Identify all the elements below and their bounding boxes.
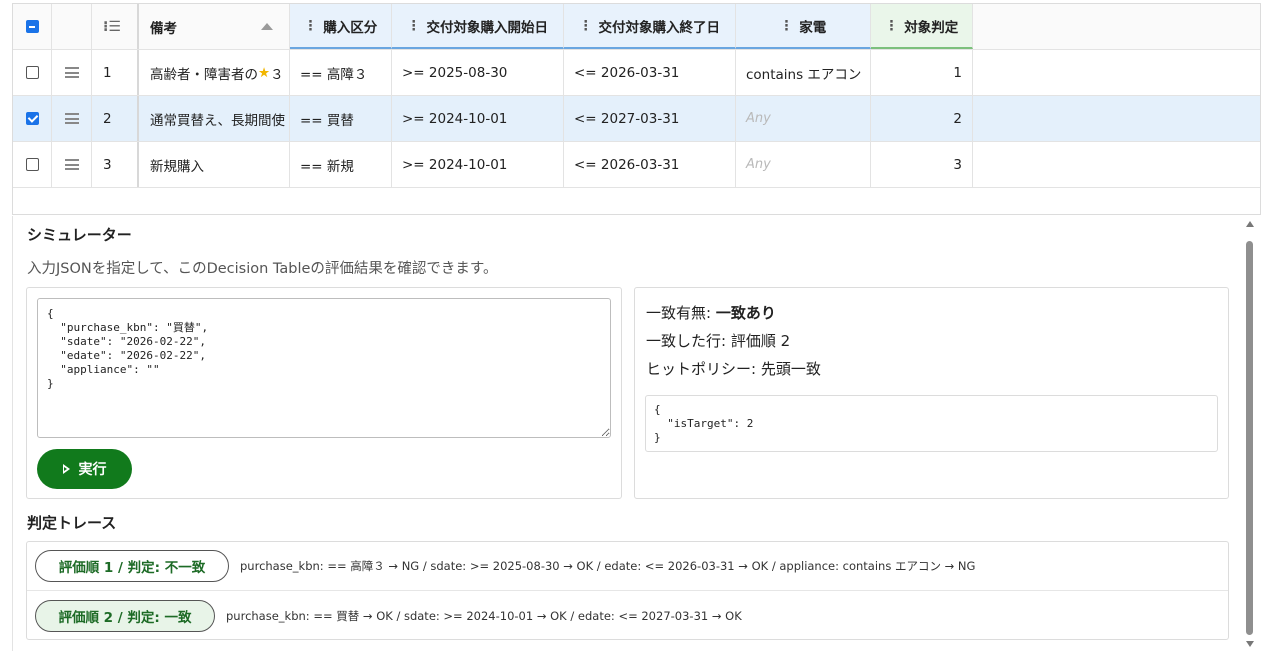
row-filler (973, 50, 1260, 95)
header-appliance[interactable]: ⋮ 家電 (736, 4, 871, 49)
input-json-editor[interactable] (37, 298, 611, 438)
row-purchase-kbn[interactable]: == 買替 (290, 96, 392, 141)
simulator-title: シミュレーター (27, 226, 132, 244)
column-menu-icon[interactable]: ⋮ (579, 18, 593, 34)
row-note-text: 高齢者・障害者の (150, 66, 258, 83)
hit-policy: ヒットポリシー: 先頭一致 (646, 360, 821, 378)
row-checkbox[interactable] (25, 158, 39, 171)
row-filler (973, 96, 1260, 141)
row-edate[interactable]: <= 2027-03-31 (564, 96, 736, 141)
drag-handle-icon[interactable] (64, 67, 79, 78)
drag-handle-icon[interactable] (64, 113, 79, 124)
scroll-down-icon[interactable] (1246, 641, 1254, 647)
match-status: 一致有無: 一致あり (646, 302, 776, 323)
row-sdate[interactable]: >= 2024-10-01 (392, 96, 564, 141)
row-result[interactable]: 3 (871, 142, 973, 187)
header-note-label: 備考 (150, 20, 177, 37)
header-result-label: 対象判定 (904, 19, 959, 36)
row-appliance[interactable]: Any (736, 142, 871, 187)
result-panel: 一致有無: 一致あり 一致した行: 評価順 2 ヒットポリシー: 先頭一致 { … (634, 287, 1229, 499)
play-icon (62, 464, 70, 474)
scrollbar-thumb[interactable] (1246, 241, 1253, 635)
run-button-label: 実行 (78, 461, 107, 477)
trace-detail: purchase_kbn: == 高障３ → NG / sdate: >= 20… (240, 559, 976, 573)
row-sdate[interactable]: >= 2024-10-01 (392, 142, 564, 187)
output-json: { "isTarget": 2 } (645, 395, 1218, 452)
trace-item: 評価順 1 / 判定: 不一致 purchase_kbn: == 高障３ → N… (27, 542, 1228, 591)
row-appliance[interactable]: contains エアコン (736, 50, 871, 95)
decision-table: ⁝☰ 備考 ⋮ 購入区分 ⋮ 交付対象購入開始日 ⋮ 交付対象購入終了日 ⋮ 家電 ⋮ 対… (12, 3, 1261, 215)
column-menu-icon[interactable]: ⋮ (885, 18, 899, 34)
header-note[interactable]: 備考 (139, 4, 290, 49)
run-button[interactable]: 実行 (37, 449, 132, 489)
row-checkbox-cell[interactable] (13, 142, 52, 187)
trace-badge-mismatch[interactable]: 評価順 1 / 判定: 不一致 (35, 550, 229, 582)
input-panel: 実行 (26, 287, 622, 499)
row-result[interactable]: 1 (871, 50, 973, 95)
drag-handle-icon[interactable] (64, 159, 79, 170)
row-appliance[interactable]: Any (736, 96, 871, 141)
any-placeholder: Any (746, 111, 771, 126)
trace-badge-match[interactable]: 評価順 2 / 判定: 一致 (35, 599, 215, 632)
drag-handle[interactable] (52, 142, 92, 187)
match-value: 一致あり (715, 304, 776, 322)
match-label: 一致有無: (646, 304, 716, 322)
header-result[interactable]: ⋮ 対象判定 (871, 4, 973, 49)
header-edate[interactable]: ⋮ 交付対象購入終了日 (564, 4, 736, 49)
header-order-cell[interactable]: ⁝☰ (92, 4, 139, 49)
row-order: 2 (92, 96, 139, 141)
column-menu-icon[interactable]: ⋮ (304, 18, 318, 34)
header-filler (973, 4, 1260, 49)
header-sdate[interactable]: ⋮ 交付対象購入開始日 (392, 4, 564, 49)
row-result[interactable]: 2 (871, 96, 973, 141)
table-row[interactable]: 3 新規購入 == 新規 >= 2024-10-01 <= 2026-03-31… (13, 142, 1260, 188)
row-sdate[interactable]: >= 2025-08-30 (392, 50, 564, 95)
row-purchase-kbn[interactable]: == 高障３ (290, 50, 392, 95)
row-note[interactable]: 通常買替え、長期間使 (139, 96, 290, 141)
header-drag-cell (52, 4, 92, 49)
trace-detail: purchase_kbn: == 買替 → OK / sdate: >= 202… (226, 608, 742, 623)
row-note[interactable]: 新規購入 (139, 142, 290, 187)
table-row[interactable]: 2 通常買替え、長期間使 == 買替 >= 2024-10-01 <= 2027… (13, 96, 1260, 142)
column-menu-icon[interactable]: ⋮ (407, 18, 421, 34)
row-purchase-kbn[interactable]: == 新規 (290, 142, 392, 187)
select-all-checkbox-cell[interactable] (13, 4, 52, 49)
row-edate[interactable]: <= 2026-03-31 (564, 142, 736, 187)
drag-handle[interactable] (52, 50, 92, 95)
row-checkbox-cell[interactable] (13, 96, 52, 141)
trace-title: 判定トレース (27, 514, 117, 532)
trace-list: 評価順 1 / 判定: 不一致 purchase_kbn: == 高障３ → N… (26, 541, 1229, 640)
column-menu-icon[interactable]: ⋮ (780, 18, 794, 34)
row-filler (973, 142, 1260, 187)
row-note-suffix: ３ (270, 66, 284, 83)
star-icon: ★ (258, 64, 271, 81)
row-order: 3 (92, 142, 139, 187)
sort-ascending-icon[interactable] (261, 23, 273, 30)
drag-handle[interactable] (52, 96, 92, 141)
simulator-description: 入力JSONを指定して、このDecision Tableの評価結果を確認できます… (27, 261, 498, 277)
header-sdate-label: 交付対象購入開始日 (426, 19, 549, 36)
header-purchase-kbn-label: 購入区分 (323, 19, 378, 36)
row-order: 1 (92, 50, 139, 95)
header-edate-label: 交付対象購入終了日 (598, 19, 721, 36)
table-header-row: ⁝☰ 備考 ⋮ 購入区分 ⋮ 交付対象購入開始日 ⋮ 交付対象購入終了日 ⋮ 家電 ⋮ 対… (13, 4, 1260, 50)
row-checkbox[interactable] (25, 66, 39, 79)
table-row[interactable]: 1 高齢者・障害者の ★ ３ == 高障３ >= 2025-08-30 <= 202… (13, 50, 1260, 96)
vertical-scrollbar[interactable] (1244, 219, 1256, 649)
scroll-up-icon[interactable] (1246, 221, 1254, 227)
ordered-list-icon: ⁝☰ (103, 18, 121, 35)
header-appliance-label: 家電 (799, 19, 827, 36)
trace-item: 評価順 2 / 判定: 一致 purchase_kbn: == 買替 → OK … (27, 591, 1228, 640)
row-checkbox[interactable] (25, 112, 39, 125)
any-placeholder: Any (746, 157, 771, 172)
header-purchase-kbn[interactable]: ⋮ 購入区分 (290, 4, 392, 49)
select-all-checkbox[interactable] (25, 20, 39, 33)
row-edate[interactable]: <= 2026-03-31 (564, 50, 736, 95)
row-checkbox-cell[interactable] (13, 50, 52, 95)
row-note[interactable]: 高齢者・障害者の ★ ３ (139, 50, 290, 95)
matched-row: 一致した行: 評価順 2 (646, 332, 791, 350)
